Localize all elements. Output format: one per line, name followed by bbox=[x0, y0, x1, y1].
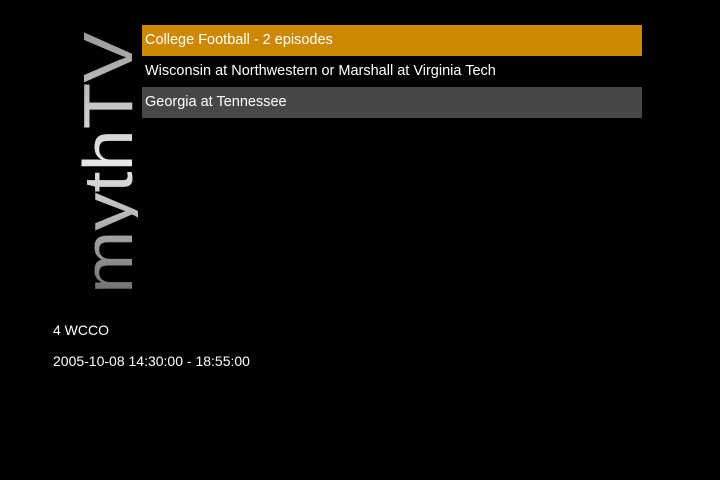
menu-item-wisconsin-northwestern[interactable]: Wisconsin at Northwestern or Marshall at… bbox=[142, 56, 642, 87]
menu-item-label: Georgia at Tennessee bbox=[145, 94, 287, 110]
mythtv-logo-text: mythTV bbox=[69, 32, 138, 294]
recording-timespan: 2005-10-08 14:30:00 - 18:55:00 bbox=[53, 353, 250, 369]
menu-item-label: Wisconsin at Northwestern or Marshall at… bbox=[145, 63, 496, 79]
mythtv-logo-graphic: mythTV bbox=[69, 32, 147, 294]
channel-label: 4 WCCO bbox=[53, 322, 109, 338]
menu-item-label: College Football - 2 episodes bbox=[145, 32, 333, 48]
menu-item-georgia-tennessee[interactable]: Georgia at Tennessee bbox=[142, 87, 642, 118]
menu-item-college-football[interactable]: College Football - 2 episodes bbox=[142, 25, 642, 56]
mythtv-logo: mythTV bbox=[48, 28, 147, 300]
recording-menu-list: College Football - 2 episodes Wisconsin … bbox=[142, 25, 642, 118]
